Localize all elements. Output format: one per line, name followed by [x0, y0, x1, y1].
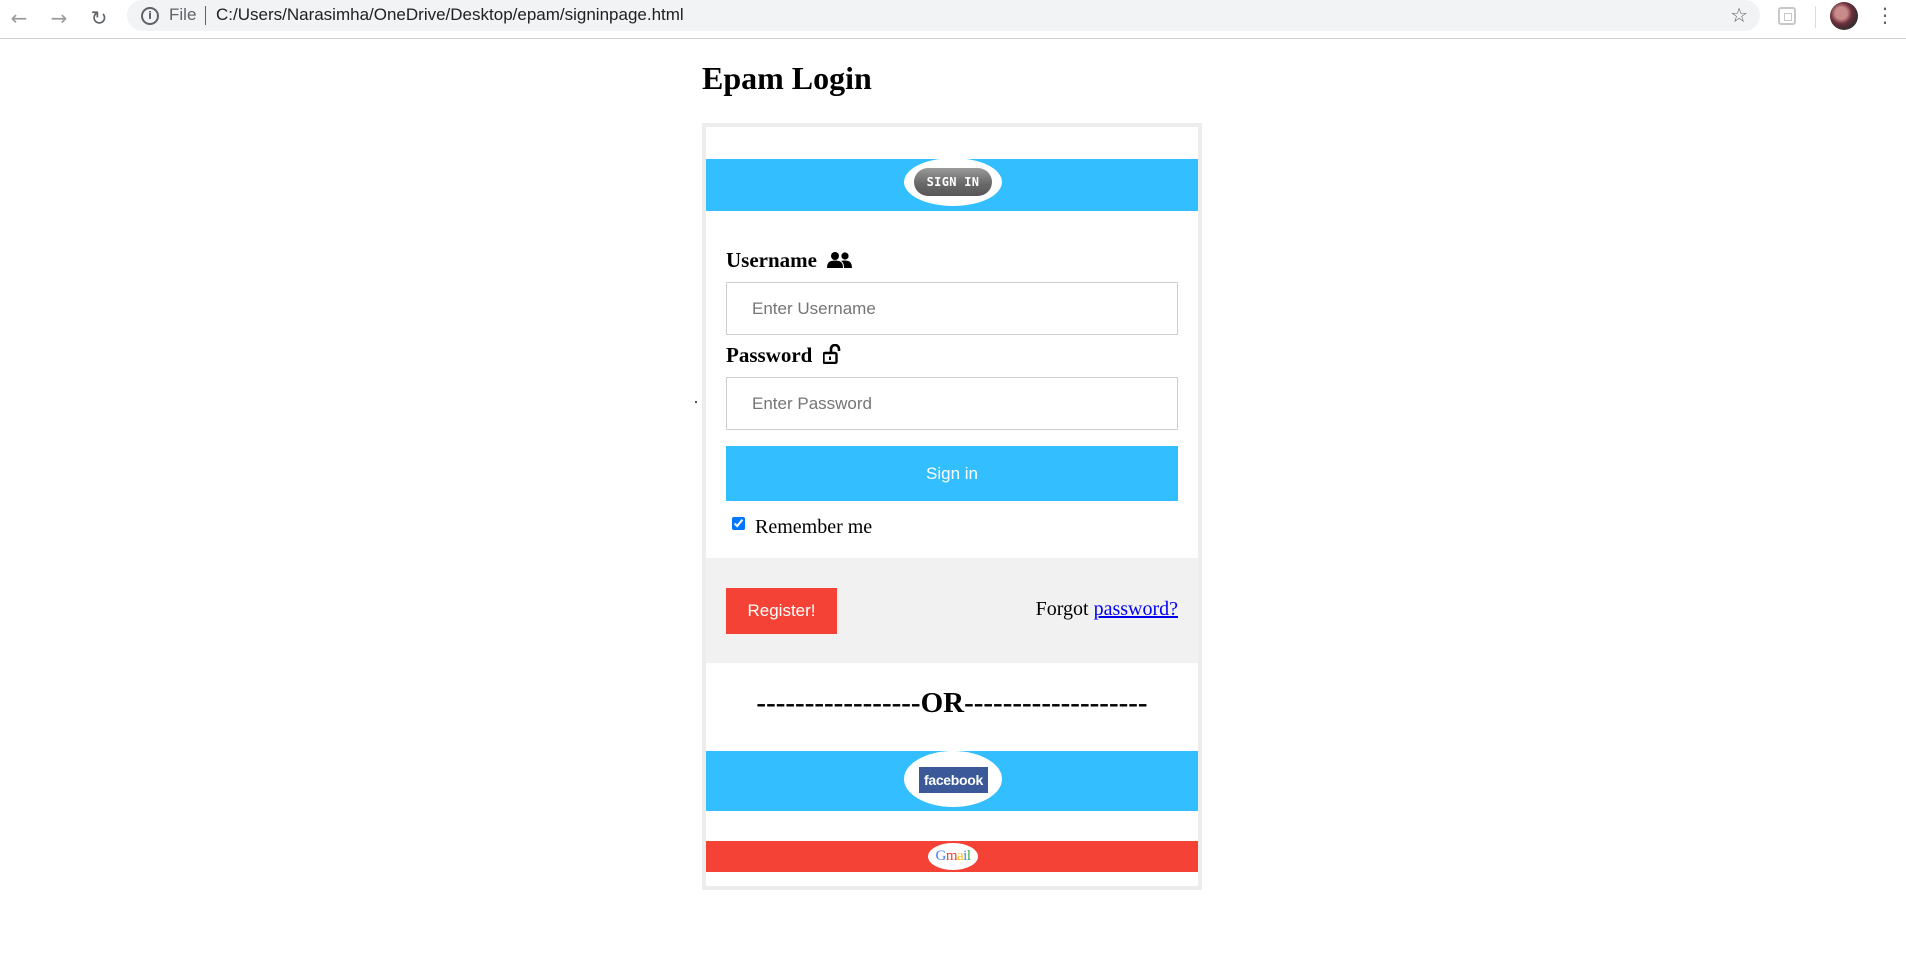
register-button[interactable]: Register!	[726, 588, 837, 634]
remember-me-label: Remember me	[755, 516, 873, 538]
login-form: SIGN IN Username Password Sign in Rememb…	[702, 123, 1202, 890]
back-button[interactable]: ←	[5, 4, 33, 32]
arrow-right-icon: →	[50, 6, 68, 30]
password-label-text: Password	[726, 343, 813, 367]
forward-button[interactable]: →	[45, 4, 73, 32]
or-divider: -----------------OR-------------------	[756, 687, 1148, 719]
star-icon[interactable]: ☆	[1730, 3, 1748, 27]
page-title: Epam Login	[702, 60, 872, 96]
facebook-login-button[interactable]: facebook	[904, 751, 1002, 807]
more-menu-icon[interactable]: ⋮	[1875, 3, 1895, 27]
form-footer: Register! Forgot password?	[706, 558, 1198, 663]
signin-badge-label: SIGN IN	[914, 168, 992, 196]
signin-banner: SIGN IN	[706, 158, 1198, 211]
username-label: Username	[726, 248, 853, 273]
url-text[interactable]: C:/Users/Narasimha/OneDrive/Desktop/epam…	[216, 5, 684, 25]
omnibox-separator	[205, 6, 206, 25]
signin-badge: SIGN IN	[904, 158, 1002, 206]
password-label: Password	[726, 343, 841, 368]
gmail-banner: Gmail	[706, 841, 1198, 872]
reload-icon: ↻	[90, 6, 108, 30]
profile-avatar[interactable]	[1830, 2, 1858, 30]
signin-button[interactable]: Sign in	[726, 446, 1178, 501]
remember-me-checkbox[interactable]	[732, 517, 745, 530]
gmail-login-button[interactable]: Gmail	[928, 843, 978, 870]
forgot-password: Forgot password?	[1036, 598, 1178, 621]
stray-dot: .	[694, 390, 698, 407]
extension-icon[interactable]	[1778, 7, 1796, 25]
address-bar[interactable]: i File C:/Users/Narasimha/OneDrive/Deskt…	[127, 0, 1760, 31]
unlock-icon	[821, 343, 840, 365]
facebook-logo: facebook	[919, 767, 988, 793]
arrow-left-icon: ←	[10, 6, 28, 30]
username-label-text: Username	[726, 248, 817, 272]
reload-button[interactable]: ↻	[85, 4, 113, 32]
toolbar-separator	[1815, 6, 1816, 28]
browser-toolbar: ← → ↻ i File C:/Users/Narasimha/OneDrive…	[0, 0, 1906, 39]
password-input[interactable]	[726, 377, 1178, 430]
info-icon[interactable]: i	[141, 7, 159, 25]
gmail-logo: Gmail	[935, 848, 971, 864]
forgot-prefix: Forgot	[1035, 598, 1094, 620]
users-icon	[827, 252, 853, 268]
forgot-password-link[interactable]: password?	[1094, 598, 1178, 620]
facebook-banner: facebook	[706, 751, 1198, 811]
file-label: File	[169, 5, 197, 24]
username-input[interactable]	[726, 282, 1178, 335]
